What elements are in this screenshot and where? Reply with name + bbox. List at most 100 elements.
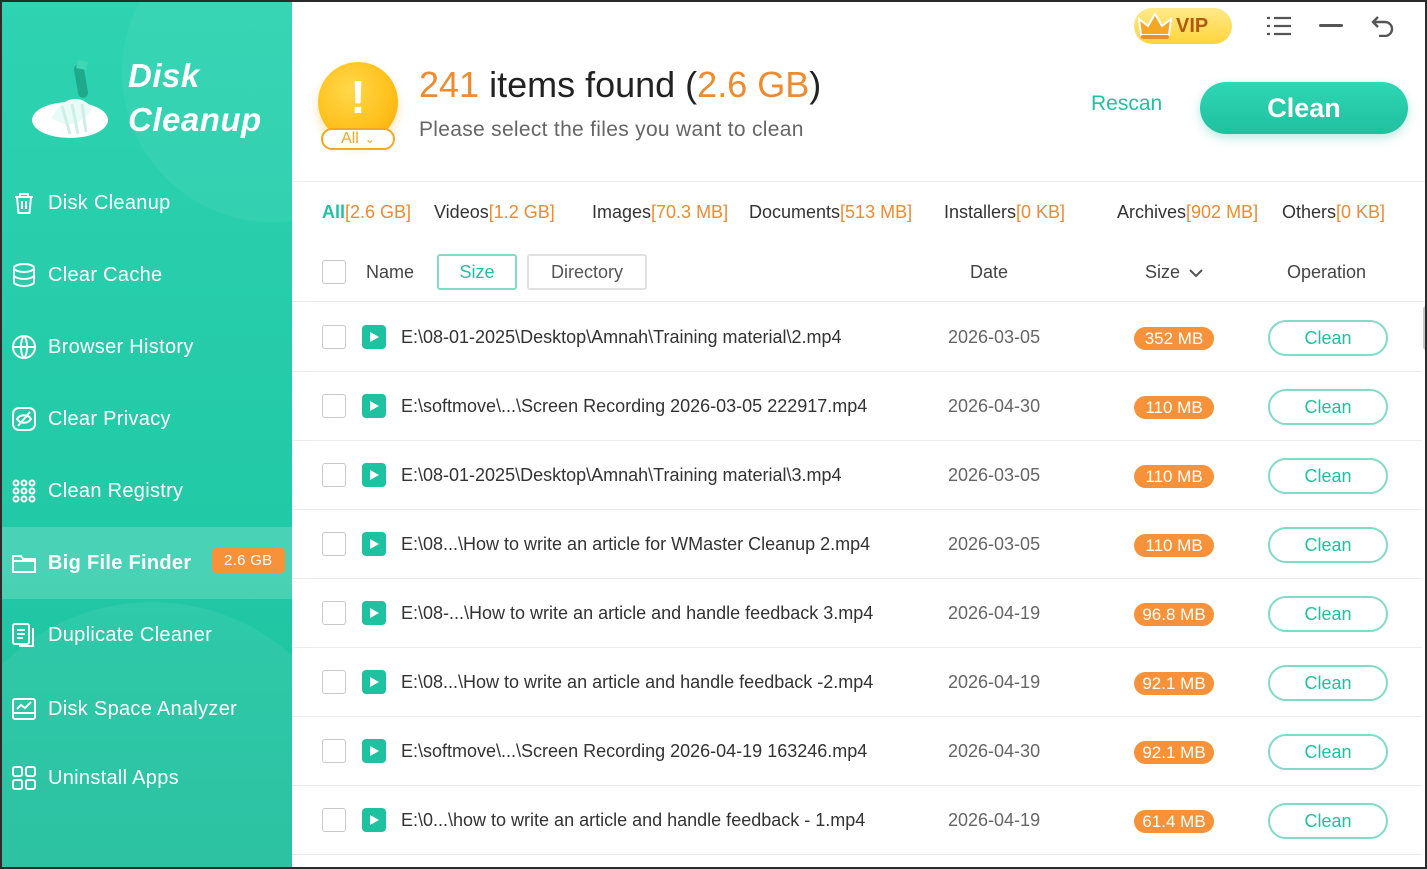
- video-play-icon: [362, 670, 386, 694]
- sort-by-directory-button[interactable]: Directory: [527, 254, 647, 290]
- file-size-badge: 110 MB: [1134, 534, 1214, 557]
- table-row: E:\08-01-2025\Desktop\Amnah\Training mat…: [292, 303, 1422, 372]
- file-path: E:\08...\How to write an article for WMa…: [401, 534, 871, 554]
- table-row: E:\08...\How to write an article and han…: [292, 648, 1422, 717]
- column-operation: Operation: [1287, 262, 1367, 282]
- tab-all[interactable]: All[2.6 GB]: [322, 202, 411, 223]
- clean-all-button[interactable]: Clean: [1200, 82, 1408, 134]
- row-checkbox[interactable]: [322, 325, 346, 349]
- tab-label: Videos: [434, 202, 489, 222]
- row-clean-button[interactable]: Clean: [1268, 320, 1388, 356]
- scope-dropdown[interactable]: All ⌄: [321, 128, 395, 150]
- tab-videos[interactable]: Videos[1.2 GB]: [434, 202, 555, 223]
- row-clean-button[interactable]: Clean: [1268, 665, 1388, 701]
- file-path: E:\08...\How to write an article and han…: [401, 672, 874, 692]
- tab-label: Images: [592, 202, 652, 222]
- file-size-badge: 92.1 MB: [1134, 672, 1214, 695]
- database-icon: [10, 261, 38, 289]
- row-checkbox[interactable]: [322, 463, 346, 487]
- row-checkbox[interactable]: [322, 739, 346, 763]
- row-checkbox[interactable]: [322, 532, 346, 556]
- row-clean-button[interactable]: Clean: [1268, 803, 1388, 839]
- sidebar-item-clean-registry[interactable]: Clean Registry: [2, 455, 292, 527]
- eye-off-icon: [10, 405, 38, 433]
- apps-icon: [10, 764, 38, 792]
- file-size-badge: 352 MB: [1134, 327, 1214, 350]
- duplicate-icon: [10, 621, 38, 649]
- sidebar-item-label: Big File Finder: [48, 551, 192, 574]
- row-clean-button[interactable]: Clean: [1268, 389, 1388, 425]
- total-size: 2.6 GB: [697, 64, 810, 105]
- row-clean-button[interactable]: Clean: [1268, 527, 1388, 563]
- sidebar-item-uninstall-apps[interactable]: Uninstall Apps: [2, 747, 292, 809]
- video-play-icon: [362, 394, 386, 418]
- file-size-badge: 92.1 MB: [1134, 741, 1214, 764]
- file-date: 2026-04-19: [948, 672, 1041, 692]
- tab-amount: [0 KB]: [1016, 202, 1066, 222]
- row-checkbox[interactable]: [322, 670, 346, 694]
- tab-documents[interactable]: Documents[513 MB]: [749, 202, 912, 223]
- summary-header: ! All ⌄ 241 items found (2.6 GB) Please …: [292, 2, 1425, 182]
- file-path: E:\softmove\...\Screen Recording 2026-04…: [401, 741, 868, 761]
- row-clean-button[interactable]: Clean: [1268, 596, 1388, 632]
- sidebar-item-clear-cache[interactable]: Clear Cache: [2, 239, 292, 311]
- menu-icon[interactable]: [1264, 12, 1294, 40]
- tab-images[interactable]: Images[70.3 MB]: [592, 202, 728, 223]
- column-name: Name: [366, 262, 415, 282]
- chart-icon: [10, 695, 38, 723]
- file-path: E:\0...\how to write an article and hand…: [401, 810, 866, 830]
- chevron-down-icon: [1189, 262, 1203, 283]
- summary-subtitle: Please select the files you want to clea…: [419, 118, 804, 141]
- sidebar-item-big-file-finder[interactable]: Big File Finder 2.6 GB: [2, 527, 292, 599]
- sidebar-item-duplicate-cleaner[interactable]: Duplicate Cleaner: [2, 599, 292, 671]
- column-size-label: Size: [1145, 262, 1181, 282]
- main-panel: ! All ⌄ 241 items found (2.6 GB) Please …: [292, 2, 1425, 867]
- sidebar-item-label: Clear Cache: [48, 263, 163, 286]
- size-badge: 2.6 GB: [212, 547, 285, 574]
- row-checkbox[interactable]: [322, 601, 346, 625]
- sidebar-item-label: Duplicate Cleaner: [48, 623, 213, 646]
- item-count: 241: [419, 64, 480, 105]
- file-date: 2026-03-05: [948, 534, 1041, 554]
- sort-by-size-button[interactable]: Size: [437, 254, 517, 290]
- broom-logo-icon: [32, 60, 108, 138]
- file-date: 2026-04-30: [948, 741, 1041, 761]
- tab-label: Documents: [749, 202, 841, 222]
- tab-amount: [1.2 GB]: [488, 202, 555, 222]
- sidebar-item-clear-privacy[interactable]: Clear Privacy: [2, 383, 292, 455]
- tab-installers[interactable]: Installers[0 KB]: [944, 202, 1065, 223]
- column-size[interactable]: Size: [1145, 262, 1203, 283]
- chevron-down-icon: ⌄: [364, 132, 375, 146]
- vertical-scrollbar[interactable]: [1423, 306, 1425, 350]
- sidebar-item-disk-cleanup[interactable]: Disk Cleanup: [2, 167, 292, 239]
- sidebar-item-label: Browser History: [48, 335, 194, 358]
- sidebar-item-browser-history[interactable]: Browser History: [2, 311, 292, 383]
- file-size-badge: 110 MB: [1134, 396, 1214, 419]
- table-row: E:\softmove\...\Screen Recording 2026-03…: [292, 372, 1422, 441]
- warning-badge: ! All ⌄: [318, 62, 398, 150]
- tab-others[interactable]: Others[0 KB]: [1282, 202, 1385, 223]
- sidebar-item-label: Clear Privacy: [48, 407, 171, 430]
- row-clean-button[interactable]: Clean: [1268, 734, 1388, 770]
- scope-dropdown-label: All: [341, 130, 359, 147]
- tab-label: Installers: [944, 202, 1017, 222]
- app-name: Disk Cleanup: [128, 54, 262, 142]
- globe-icon: [10, 333, 38, 361]
- tab-archives[interactable]: Archives[902 MB]: [1117, 202, 1258, 223]
- minimize-icon[interactable]: [1316, 12, 1346, 40]
- file-size-badge: 96.8 MB: [1134, 603, 1214, 626]
- sidebar-item-label: Disk Space Analyzer: [48, 697, 238, 720]
- result-summary: 241 items found (2.6 GB): [419, 64, 821, 106]
- video-play-icon: [362, 532, 386, 556]
- video-play-icon: [362, 739, 386, 763]
- tab-label: All: [322, 202, 346, 222]
- tab-amount: [0 KB]: [1336, 202, 1386, 222]
- rescan-link[interactable]: Rescan: [1091, 92, 1162, 116]
- row-checkbox[interactable]: [322, 808, 346, 832]
- select-all-checkbox[interactable]: [322, 260, 346, 284]
- back-arrow-icon[interactable]: [1368, 12, 1398, 40]
- vip-button[interactable]: VIP: [1134, 8, 1232, 44]
- row-clean-button[interactable]: Clean: [1268, 458, 1388, 494]
- row-checkbox[interactable]: [322, 394, 346, 418]
- sidebar-item-disk-space-analyzer[interactable]: Disk Space Analyzer: [2, 671, 292, 747]
